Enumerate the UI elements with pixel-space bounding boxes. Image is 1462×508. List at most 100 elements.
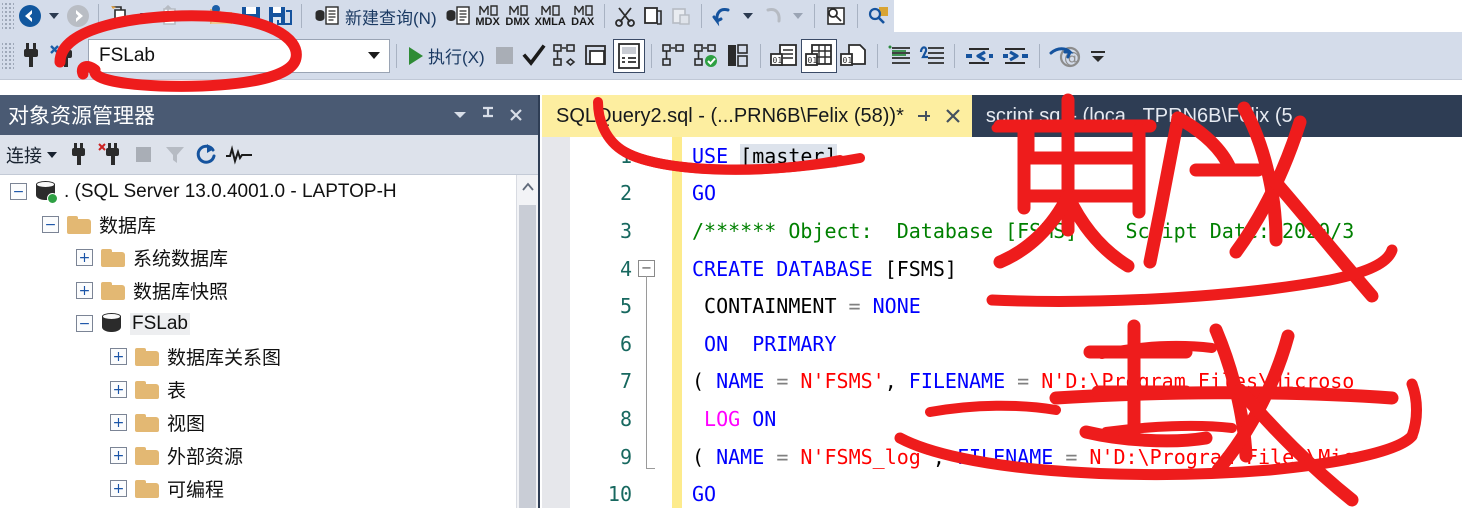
include-actual-plan-button[interactable] xyxy=(658,42,690,70)
code-line[interactable]: 9 ( NAME = N'FSMS_log', FILENAME = N'D:\P… xyxy=(542,438,1462,476)
tree-node[interactable]: + 可编程 xyxy=(0,472,538,505)
oe-connect-button[interactable]: 连接 xyxy=(6,142,57,168)
tree-node[interactable]: − 数据库 xyxy=(0,208,538,241)
comment-lines-button[interactable] xyxy=(884,42,916,70)
object-explorer-tree[interactable]: −. (SQL Server 13.0.4001.0 - LAPTOP-H − 数据… xyxy=(0,175,538,508)
collapse-icon[interactable]: − xyxy=(42,216,59,233)
panel-pin-button[interactable] xyxy=(474,101,502,129)
oe-stop-button[interactable] xyxy=(127,139,159,171)
new-query-button[interactable]: 新建查询(N) xyxy=(308,2,443,30)
tree-node[interactable]: + 外部资源 xyxy=(0,439,538,472)
redo-button[interactable] xyxy=(758,2,788,30)
navigate-back-dropdown[interactable] xyxy=(49,13,59,19)
scroll-up-button[interactable] xyxy=(517,175,538,199)
undo-dropdown[interactable] xyxy=(742,13,753,19)
find-in-files-button[interactable] xyxy=(821,2,851,30)
tree-node[interactable]: + 数据库关系图 xyxy=(0,340,538,373)
tab-sqlquery2[interactable]: SQLQuery2.sql - (...PRN6B\Felix (58))* xyxy=(542,95,972,137)
cut-button[interactable] xyxy=(611,2,639,30)
code-line[interactable]: 8 LOG ON xyxy=(542,400,1462,438)
code-line[interactable]: 3 /****** Object: Database [FSMS] Script … xyxy=(542,212,1462,250)
expand-icon[interactable]: + xyxy=(76,249,93,266)
code-lines[interactable]: 1 USE [master] 2 GO 3 /****** Object: Databas… xyxy=(542,137,1462,508)
save-button[interactable] xyxy=(237,2,265,30)
expand-icon[interactable]: + xyxy=(110,447,127,464)
results-to-file-button[interactable]: 01 xyxy=(837,42,871,70)
new-dax-query-button[interactable]: DAX xyxy=(568,2,598,30)
toolbar-grip[interactable] xyxy=(2,3,14,29)
uncomment-lines-button[interactable] xyxy=(916,42,948,70)
scrollbar-thumb[interactable] xyxy=(519,205,536,508)
navigate-back-button[interactable] xyxy=(16,2,44,30)
oe-activity-monitor-button[interactable] xyxy=(223,139,255,171)
database-combo-dropdown[interactable] xyxy=(359,52,389,59)
toolbar-grip[interactable] xyxy=(2,42,14,69)
increase-indent-button[interactable] xyxy=(997,42,1033,70)
expand-icon[interactable]: + xyxy=(110,381,127,398)
open-folder-button[interactable] xyxy=(205,2,237,30)
paste-button[interactable] xyxy=(667,2,695,30)
new-mdx-query-button[interactable]: MDX xyxy=(473,2,503,30)
parse-button[interactable] xyxy=(519,42,549,70)
include-live-query-stats-button[interactable] xyxy=(722,42,754,70)
open-file-button[interactable] xyxy=(155,2,185,30)
object-explorer-scrollbar[interactable] xyxy=(516,175,538,508)
collapse-icon[interactable]: − xyxy=(10,183,27,200)
copy-button[interactable] xyxy=(639,2,667,30)
tree-node[interactable]: − . (SQL Server 13.0.4001.0 - LAPTOP-H xyxy=(0,175,538,208)
tree-node[interactable]: + 视图 xyxy=(0,406,538,439)
new-xmla-query-button[interactable]: XMLA xyxy=(533,2,568,30)
decrease-indent-button[interactable] xyxy=(961,42,997,70)
expand-icon[interactable]: + xyxy=(76,282,93,299)
change-connection-button[interactable] xyxy=(46,42,82,70)
toolbar-overflow-button[interactable] xyxy=(1084,42,1112,70)
expand-icon[interactable]: + xyxy=(110,348,127,365)
tab-pin-button[interactable] xyxy=(914,106,934,126)
expand-icon[interactable]: + xyxy=(110,414,127,431)
new-project-dropdown[interactable] xyxy=(140,13,150,19)
connect-button[interactable] xyxy=(16,42,46,70)
results-to-text-button[interactable]: 01 xyxy=(767,42,801,70)
code-line[interactable]: 1 USE [master] xyxy=(542,137,1462,175)
include-client-statistics-button[interactable] xyxy=(690,42,722,70)
navigate-forward-button[interactable] xyxy=(64,2,92,30)
undo-button[interactable] xyxy=(708,2,738,30)
oe-filter-button[interactable] xyxy=(159,139,191,171)
new-query-db-engine-button[interactable] xyxy=(443,2,473,30)
save-all-button[interactable] xyxy=(265,2,295,30)
tab-script[interactable]: script.sql - (loca...TPRN6B\Felix (5 xyxy=(972,95,1303,137)
tree-node[interactable]: − FSLab xyxy=(0,307,538,340)
tree-node[interactable]: + 表 xyxy=(0,373,538,406)
panel-close-button[interactable] xyxy=(502,101,530,129)
collapse-icon[interactable]: − xyxy=(76,315,93,332)
code-line[interactable]: 7 ( NAME = N'FSMS', FILENAME = N'D:\Progr… xyxy=(542,363,1462,401)
display-estimated-plan-button[interactable] xyxy=(549,42,581,70)
quick-find-button[interactable] xyxy=(864,2,894,30)
oe-disconnect-button[interactable] xyxy=(95,139,127,171)
fold-toggle-icon[interactable]: − xyxy=(638,260,655,278)
tree-node[interactable]: + 数据库快照 xyxy=(0,274,538,307)
redo-dropdown[interactable] xyxy=(792,13,803,19)
tree-node[interactable]: + 系统数据库 xyxy=(0,241,538,274)
execute-button[interactable]: 执行(X) xyxy=(403,42,491,70)
database-combo-value[interactable]: FSLab xyxy=(89,45,359,67)
stop-button[interactable] xyxy=(491,42,519,70)
new-dmx-query-button[interactable]: DMX xyxy=(503,2,533,30)
new-project-button[interactable] xyxy=(105,2,135,30)
expand-icon[interactable]: + xyxy=(110,480,127,497)
results-to-grid-toggle[interactable] xyxy=(612,38,645,73)
code-line[interactable]: 5 CONTAINMENT = NONE xyxy=(542,287,1462,325)
toggle-sqlcmd-mode-button[interactable]: @ xyxy=(1046,42,1084,70)
database-combo[interactable]: FSLab xyxy=(88,38,390,73)
code-line[interactable]: 2 GO xyxy=(542,175,1462,213)
code-editor-surface[interactable]: 1 USE [master] 2 GO 3 /****** Object: Databas… xyxy=(542,137,1462,508)
panel-dropdown-button[interactable] xyxy=(446,101,474,129)
code-line[interactable]: 6 ON PRIMARY xyxy=(542,325,1462,363)
code-line[interactable]: 4− CREATE DATABASE [FSMS] xyxy=(542,250,1462,288)
oe-connect-plug-button[interactable] xyxy=(63,139,95,171)
open-file-dropdown[interactable] xyxy=(190,13,200,19)
code-line[interactable]: 10 GO xyxy=(542,475,1462,508)
oe-refresh-button[interactable] xyxy=(191,139,223,171)
tab-close-button[interactable] xyxy=(944,107,962,125)
results-to-grid-button[interactable]: 01 xyxy=(800,38,837,73)
